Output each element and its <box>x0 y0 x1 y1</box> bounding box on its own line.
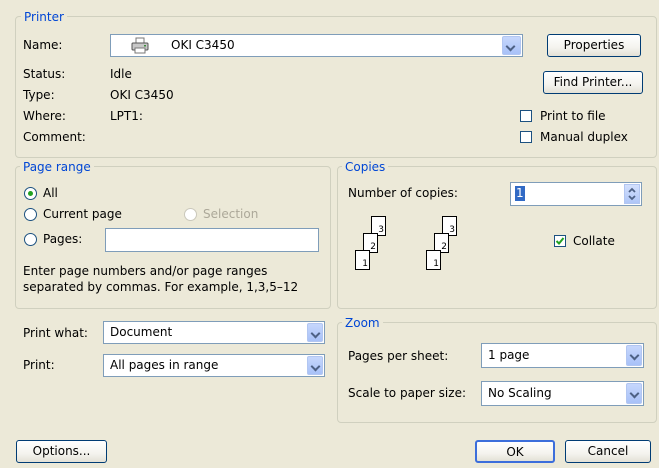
collate-label[interactable]: Collate <box>573 234 615 249</box>
collate-illustration-left: 3 2 1 <box>355 216 395 286</box>
type-label: Type: <box>23 88 55 102</box>
spin-up-down-icon[interactable] <box>624 184 640 204</box>
number-of-copies-spinner[interactable]: 1 <box>510 182 642 206</box>
print-to-file-label[interactable]: Print to file <box>540 109 606 124</box>
print-what-value: Document <box>110 325 173 339</box>
selection-radio-label: Selection <box>203 207 259 221</box>
chevron-down-icon[interactable] <box>626 383 642 404</box>
printer-icon <box>131 37 149 54</box>
zoom-group-label: Zoom <box>342 316 383 330</box>
status-value: Idle <box>110 67 132 81</box>
printer-name-value: OKI C3450 <box>171 38 235 52</box>
print-combo[interactable]: All pages in range <box>103 354 325 377</box>
scale-to-paper-size-label: Scale to paper size: <box>348 386 466 400</box>
pages-radio-label[interactable]: Pages: <box>43 232 82 247</box>
cancel-button[interactable]: Cancel <box>565 440 651 463</box>
pages-radio[interactable] <box>24 233 37 246</box>
current-page-radio[interactable] <box>24 208 37 221</box>
pages-per-sheet-label: Pages per sheet: <box>348 349 449 363</box>
collate-illustration-right: 3 2 1 <box>426 216 466 286</box>
current-page-radio-label[interactable]: Current page <box>43 207 122 222</box>
pages-per-sheet-combo[interactable]: 1 page <box>481 343 644 368</box>
find-printer-button[interactable]: Find Printer... <box>543 71 643 94</box>
properties-button[interactable]: Properties <box>547 34 641 57</box>
page-range-hint: Enter page numbers and/or page ranges se… <box>23 264 299 294</box>
name-label: Name: <box>23 38 63 52</box>
chevron-down-icon[interactable] <box>307 356 323 375</box>
print-value: All pages in range <box>110 358 219 372</box>
page-1: 1 <box>426 250 441 270</box>
ok-button[interactable]: OK <box>475 440 555 463</box>
printer-group-label: Printer <box>21 10 67 24</box>
pages-per-sheet-value: 1 page <box>488 348 530 362</box>
print-what-combo[interactable]: Document <box>103 321 325 344</box>
copies-group-label: Copies <box>342 160 389 174</box>
print-what-label: Print what: <box>23 326 88 340</box>
zoom-group <box>337 322 657 423</box>
manual-duplex-checkbox[interactable] <box>520 131 532 143</box>
page-1: 1 <box>355 250 370 270</box>
all-radio-label[interactable]: All <box>43 186 58 201</box>
radio-dot <box>28 191 33 196</box>
type-value: OKI C3450 <box>110 88 174 102</box>
where-label: Where: <box>23 109 66 123</box>
status-label: Status: <box>23 67 66 81</box>
chevron-down-icon[interactable] <box>626 345 642 366</box>
chevron-down-icon[interactable] <box>307 323 323 342</box>
print-to-file-checkbox[interactable] <box>520 110 532 122</box>
number-of-copies-label: Number of copies: <box>348 186 458 200</box>
where-value: LPT1: <box>110 109 143 123</box>
pages-input[interactable] <box>105 228 319 252</box>
scale-to-paper-size-combo[interactable]: No Scaling <box>481 381 644 406</box>
chevron-down-icon[interactable] <box>502 36 521 55</box>
selection-radio <box>184 208 197 221</box>
number-of-copies-value: 1 <box>515 186 525 201</box>
checkmark-icon <box>555 237 565 245</box>
options-button[interactable]: Options... <box>16 440 107 463</box>
page-range-group-label: Page range <box>20 160 94 174</box>
printer-name-combo[interactable]: OKI C3450 <box>110 34 523 57</box>
manual-duplex-label[interactable]: Manual duplex <box>540 130 628 145</box>
all-radio[interactable] <box>24 187 37 200</box>
collate-checkbox[interactable] <box>554 235 566 247</box>
comment-label: Comment: <box>23 130 86 144</box>
print-label: Print: <box>23 358 55 372</box>
scale-to-paper-size-value: No Scaling <box>488 386 552 400</box>
